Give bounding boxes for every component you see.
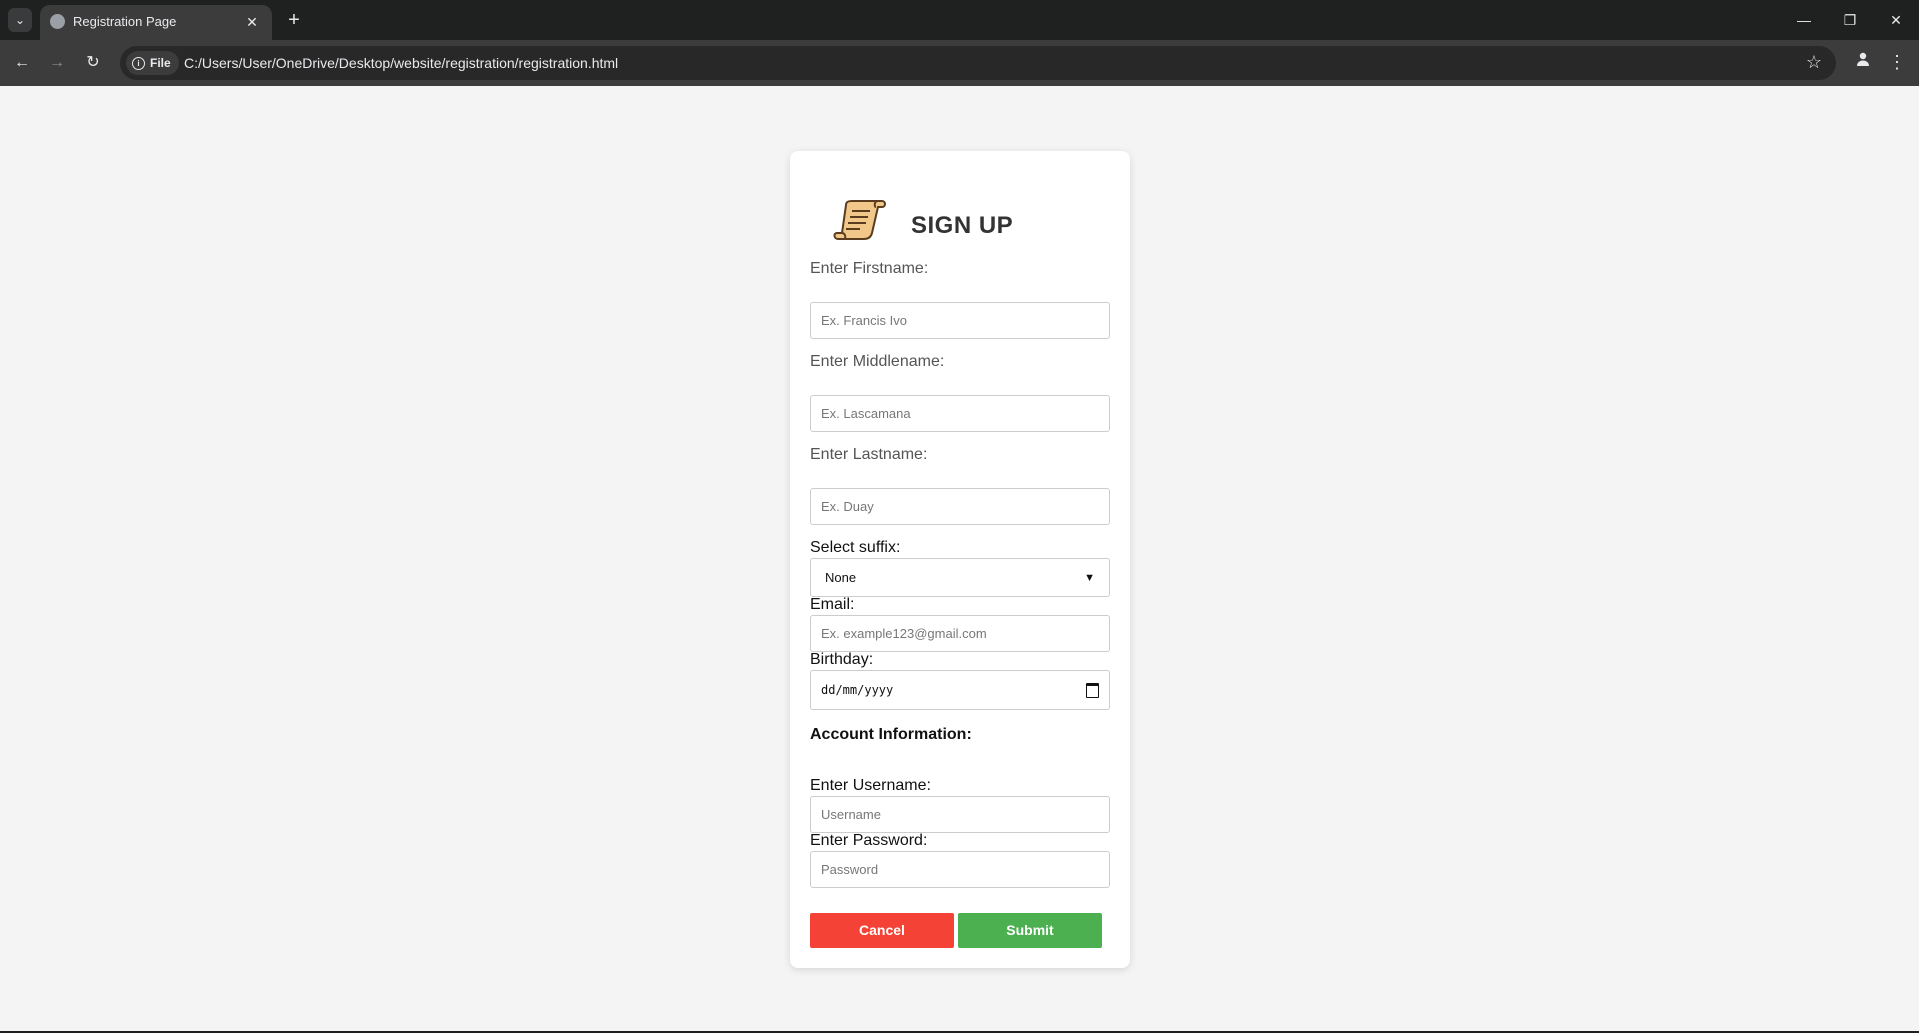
middlename-input[interactable] [810,395,1110,432]
restore-icon[interactable]: ❐ [1833,6,1867,34]
firstname-input[interactable] [810,302,1110,339]
tab-search-chevron-down-icon[interactable]: ⌄ [8,8,32,32]
submit-button[interactable]: Submit [958,913,1102,948]
site-chip-label: File [150,56,171,70]
profile-person-icon[interactable] [1852,51,1874,73]
middlename-label: Enter Middlename: [810,353,945,370]
suffix-selected-value: None [825,570,857,585]
account-section-heading: Account Information: [810,726,972,743]
tab-title: Registration Page [73,14,177,29]
reload-icon[interactable]: ↻ [81,51,105,75]
new-tab-plus-icon[interactable]: + [282,9,306,33]
lastname-input[interactable] [810,488,1110,525]
site-info-chip[interactable]: i File [126,51,179,75]
forward-arrow-icon[interactable]: → [45,51,69,75]
birthday-label: Birthday: [810,651,874,668]
calendar-icon[interactable] [1086,682,1099,698]
signup-card: SIGN UP Enter Firstname: Enter Middlenam… [790,151,1130,968]
chevron-down-icon: ▼ [1084,571,1095,584]
password-input[interactable] [810,851,1110,888]
suffix-label: Select suffix: [810,539,901,556]
close-window-icon[interactable]: ✕ [1879,6,1913,34]
email-label: Email: [810,596,855,613]
kebab-menu-icon[interactable]: ⋮ [1886,51,1908,73]
firstname-label: Enter Firstname: [810,260,929,277]
birthday-date-input[interactable]: dd/mm/yyyy [810,670,1110,710]
password-label: Enter Password: [810,832,928,849]
address-bar[interactable]: i File C:/Users/User/OneDrive/Desktop/we… [120,46,1836,80]
browser-toolbar: ← → ↻ i File C:/Users/User/OneDrive/Desk… [0,40,1919,86]
close-tab-icon[interactable]: ✕ [242,12,262,32]
cancel-button[interactable]: Cancel [810,913,954,948]
bookmark-star-icon[interactable]: ☆ [1806,52,1822,73]
username-label: Enter Username: [810,777,931,794]
lastname-label: Enter Lastname: [810,446,928,463]
username-input[interactable] [810,796,1110,833]
suffix-select[interactable]: None ▼ [810,558,1110,597]
globe-icon [50,14,65,29]
scroll-icon [830,199,888,241]
url-text[interactable]: C:/Users/User/OneDrive/Desktop/website/r… [184,55,618,71]
back-arrow-icon[interactable]: ← [10,51,34,75]
email-input[interactable] [810,615,1110,652]
info-icon: i [132,56,145,70]
browser-tab[interactable]: Registration Page ✕ [40,5,272,40]
minimize-icon[interactable]: — [1787,6,1821,34]
browser-tabstrip: ⌄ Registration Page ✕ + — ❐ ✕ [0,0,1919,40]
page-title: SIGN UP [911,212,1014,239]
birthday-placeholder: dd/mm/yyyy [821,683,894,697]
